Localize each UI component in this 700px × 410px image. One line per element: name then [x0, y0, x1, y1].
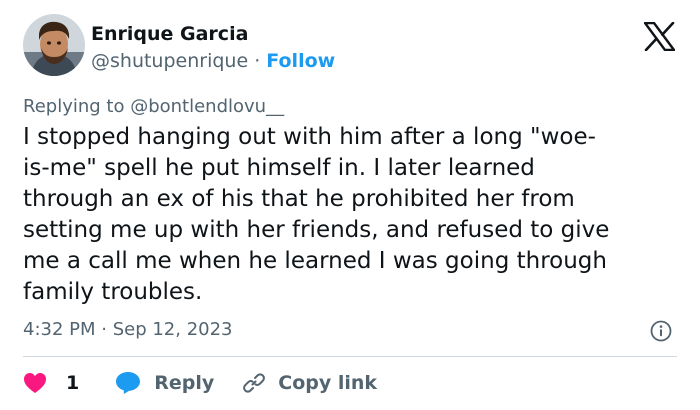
like-button[interactable]: 1	[23, 372, 79, 394]
tweet-body-line: is-me" spell he put himself in. I later …	[23, 155, 535, 181]
tweet-body-line: me a call me when he learned I was going…	[23, 248, 607, 274]
copy-link-button[interactable]: Copy link	[242, 371, 377, 395]
author-handle[interactable]: @shutupenrique	[91, 50, 248, 72]
tweet-body-line: I stopped hanging out with him after a l…	[23, 124, 596, 150]
divider	[23, 356, 677, 357]
reply-button[interactable]: Reply	[115, 371, 214, 395]
handle-separator: ·	[254, 50, 261, 72]
replying-to: Replying to @bontlendlovu__	[23, 96, 285, 117]
reply-label: Reply	[154, 372, 215, 394]
x-logo-icon[interactable]	[643, 21, 676, 52]
action-bar: 1 Reply Copy link	[23, 368, 377, 398]
author-name[interactable]: Enrique Garcia	[91, 22, 248, 46]
follow-button[interactable]: Follow	[266, 50, 335, 72]
avatar[interactable]	[23, 14, 85, 76]
copy-link-label: Copy link	[278, 372, 378, 394]
link-icon	[243, 373, 266, 393]
tweet-card: Enrique Garcia @shutupenrique · Follow R…	[0, 0, 700, 410]
reply-bubble-icon	[116, 372, 141, 394]
tweet-body: I stopped hanging out with him after a l…	[23, 122, 683, 308]
heart-icon	[24, 373, 46, 393]
avatar-image	[23, 14, 85, 76]
author-handle-line: @shutupenrique · Follow	[91, 49, 335, 73]
info-icon[interactable]	[650, 320, 672, 342]
tweet-body-line: setting me up with her friends, and refu…	[23, 217, 610, 243]
tweet-body-line: family troubles.	[23, 279, 203, 305]
like-count: 1	[66, 372, 80, 394]
tweet-body-line: through an ex of his that he prohibited …	[23, 186, 575, 212]
timestamp[interactable]: 4:32 PM · Sep 12, 2023	[23, 319, 233, 341]
